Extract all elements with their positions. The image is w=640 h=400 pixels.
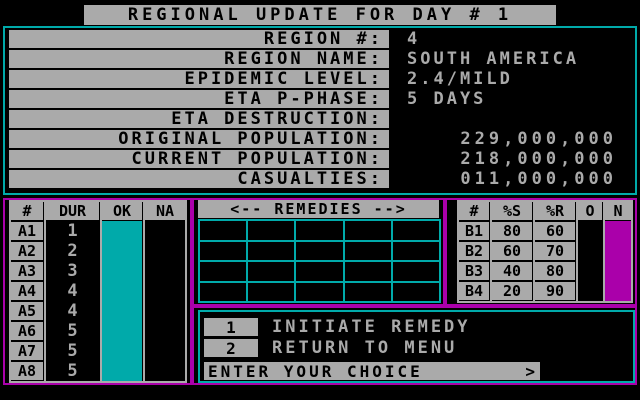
remedy-slot[interactable] (342, 219, 393, 242)
info-value: 229,000,000 (460, 129, 617, 149)
remedy-slot[interactable] (294, 280, 345, 303)
info-value: 011,000,000 (460, 169, 617, 189)
remedy-slot[interactable] (390, 260, 441, 283)
info-label: ETA DESTRUCTION: (9, 109, 389, 129)
remedy-slot[interactable] (294, 219, 345, 242)
title-bar: REGIONAL UPDATE FOR DAY # 1 (84, 5, 556, 25)
remedy-slot[interactable] (342, 280, 393, 303)
remedy-slot[interactable] (294, 260, 345, 283)
info-divider (389, 30, 393, 188)
info-value: 2.4/MILD (407, 69, 513, 89)
page-title: REGIONAL UPDATE FOR DAY # 1 (127, 5, 513, 25)
choice-prompt-text: ENTER YOUR CHOICE (208, 361, 423, 381)
menu-option-1-label[interactable]: INITIATE REMEDY (272, 317, 471, 337)
remedies-title: <-- REMEDIES --> (230, 200, 407, 218)
info-label: EPIDEMIC LEVEL: (9, 69, 389, 89)
remedy-slot[interactable] (390, 239, 441, 262)
remedies-header: <-- REMEDIES --> (198, 200, 439, 218)
remedy-slot[interactable] (246, 239, 297, 262)
remedy-slot[interactable] (246, 260, 297, 283)
remedy-slot[interactable] (342, 260, 393, 283)
b-table-border (457, 200, 633, 303)
info-label: CURRENT POPULATION: (9, 149, 389, 169)
agent-table-border (9, 200, 187, 383)
info-label: REGION NAME: (9, 49, 389, 69)
info-value: 218,000,000 (460, 149, 617, 169)
info-label: REGION #: (9, 29, 389, 49)
menu-option-2-label[interactable]: RETURN TO MENU (272, 338, 457, 358)
info-value: 4 (407, 29, 421, 49)
remedy-slot[interactable] (390, 280, 441, 303)
info-label: CASUALTIES: (9, 169, 389, 189)
remedy-slot[interactable] (246, 280, 297, 303)
info-value (393, 110, 631, 128)
remedy-slot[interactable] (198, 260, 249, 283)
choice-cursor: > (525, 361, 538, 381)
info-value: 5 DAYS (407, 89, 487, 109)
remedy-slot[interactable] (198, 219, 249, 242)
info-label: ORIGINAL POPULATION: (9, 129, 389, 149)
remedy-slot[interactable] (390, 219, 441, 242)
remedy-slot[interactable] (294, 239, 345, 262)
remedy-slot[interactable] (342, 239, 393, 262)
info-value: SOUTH AMERICA (407, 49, 580, 69)
remedy-slot[interactable] (198, 239, 249, 262)
menu-option-2-key[interactable]: 2 (204, 339, 258, 358)
menu-option-1-key[interactable]: 1 (204, 318, 258, 337)
info-label: ETA P-PHASE: (9, 89, 389, 109)
remedy-slot[interactable] (246, 219, 297, 242)
remedy-slot[interactable] (198, 280, 249, 303)
choice-prompt[interactable]: ENTER YOUR CHOICE > (204, 361, 540, 381)
